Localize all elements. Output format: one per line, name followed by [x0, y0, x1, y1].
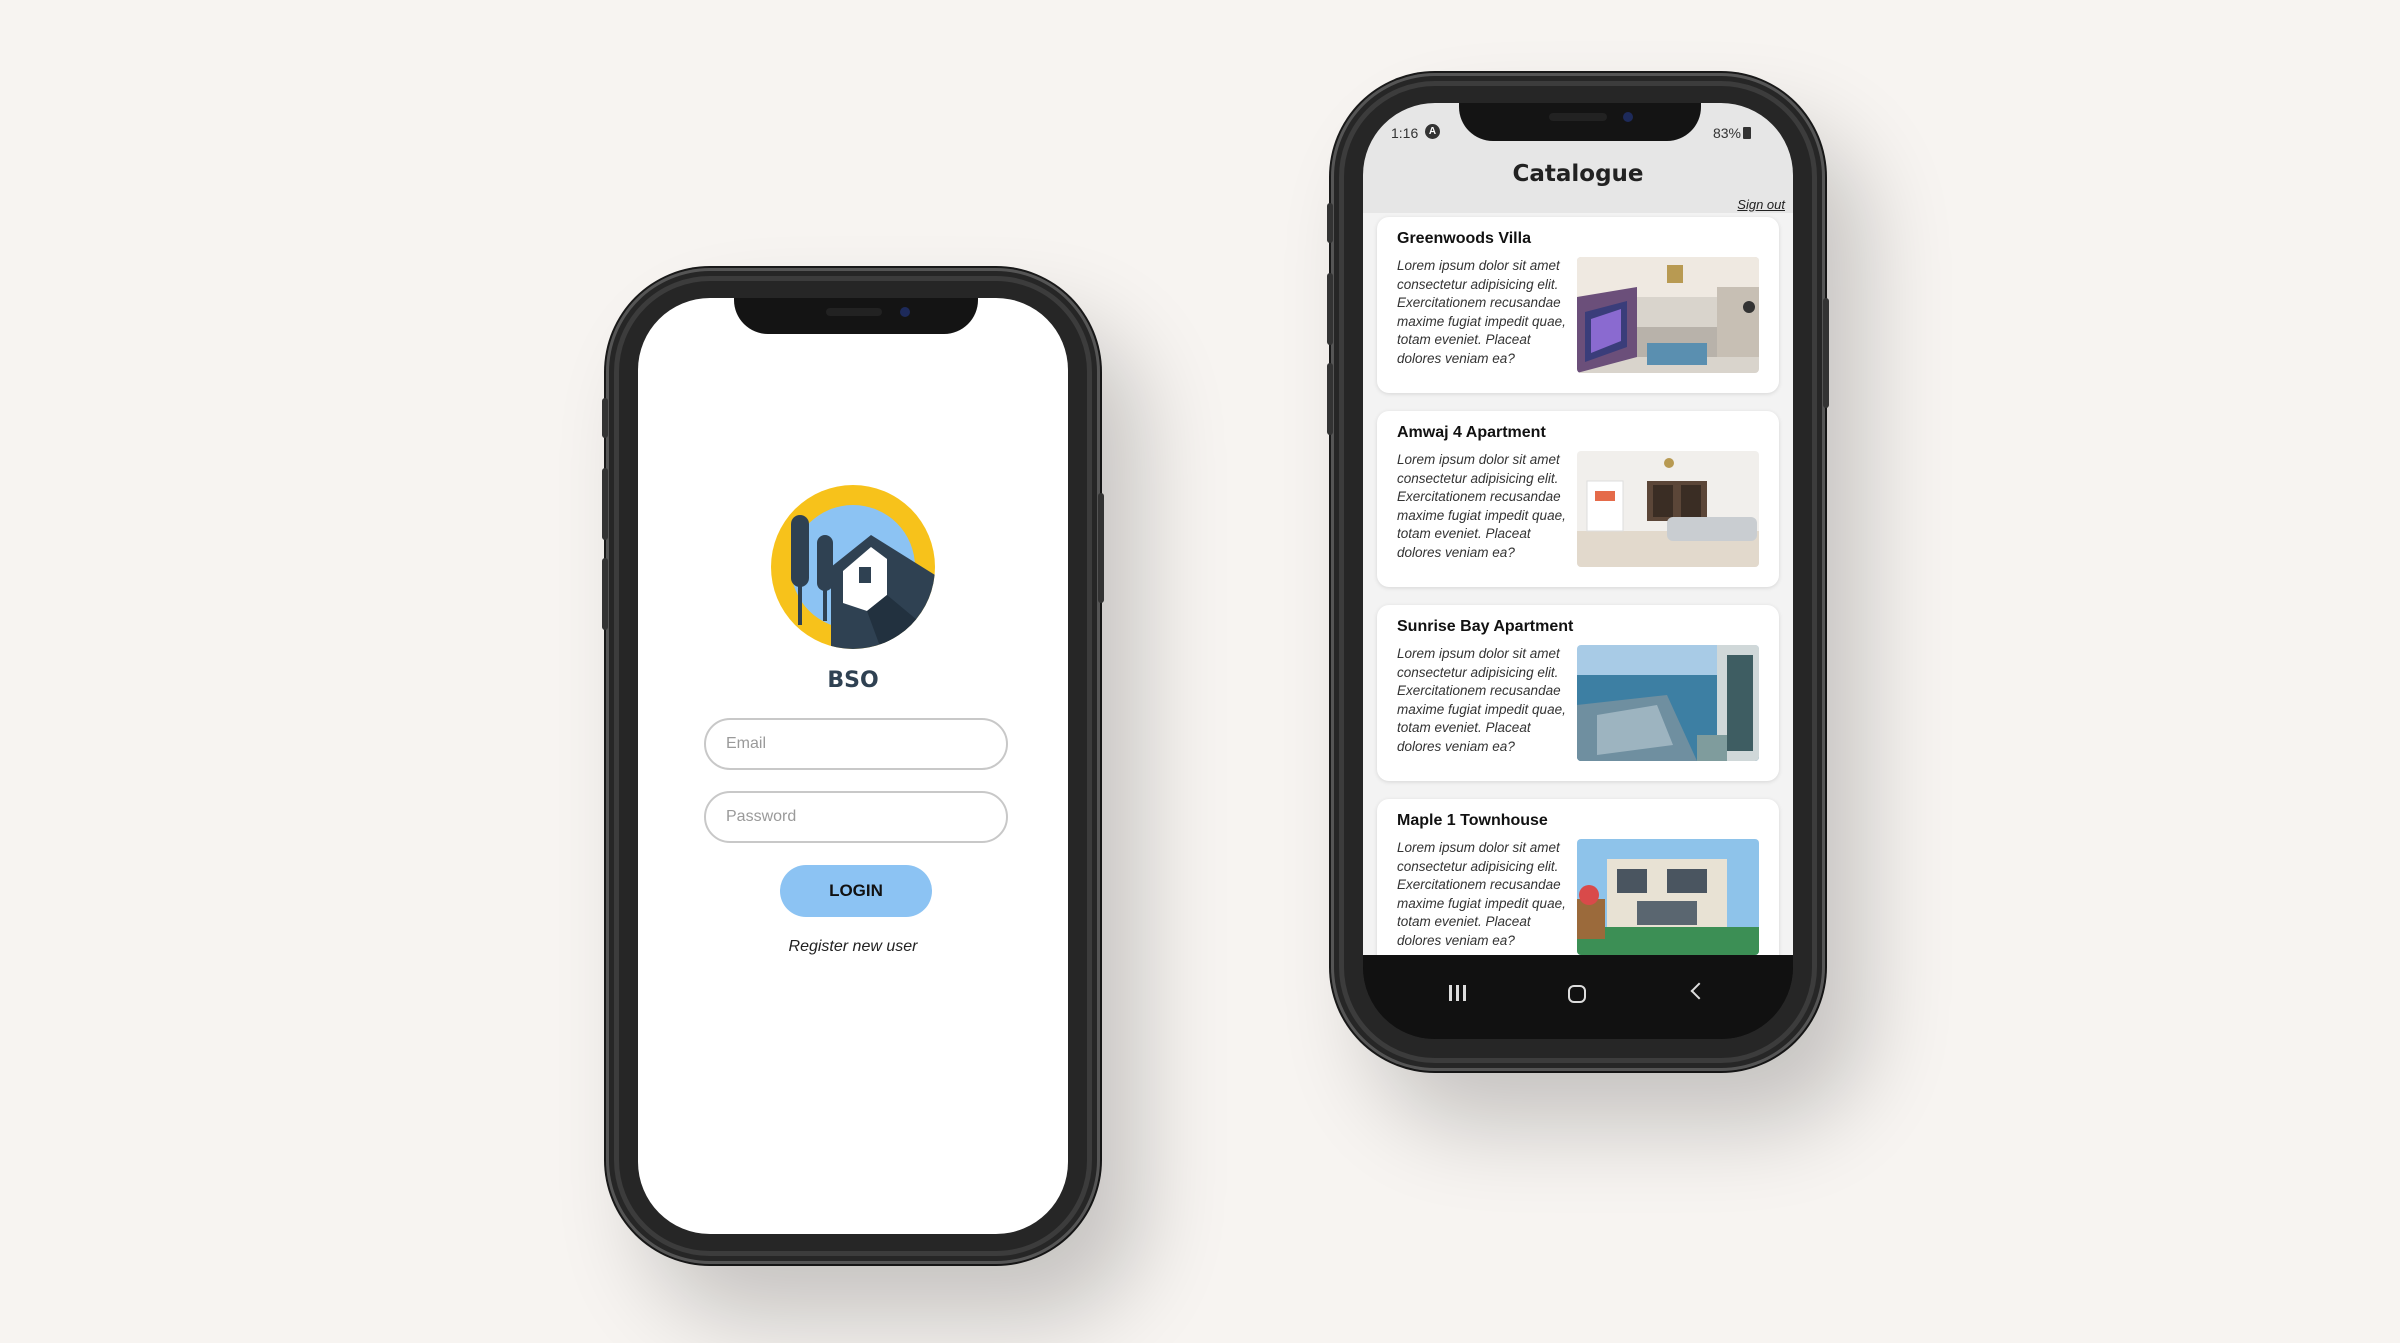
login-button[interactable]: LOGIN: [780, 865, 932, 917]
listing-title: Greenwoods Villa: [1397, 230, 1531, 247]
mute-switch: [1327, 203, 1333, 243]
password-field[interactable]: Password: [704, 791, 1008, 843]
volume-down-button: [1327, 363, 1333, 435]
power-button: [1823, 298, 1829, 408]
home-icon[interactable]: [1568, 985, 1586, 1003]
speaker: [826, 308, 882, 316]
volume-up-button: [1327, 273, 1333, 345]
listing-title: Amwaj 4 Apartment: [1397, 424, 1546, 441]
mute-switch: [602, 398, 608, 438]
android-nav-bar: [1363, 955, 1793, 1039]
listing-description: Lorem ipsum dolor sit amet consectetur a…: [1397, 646, 1566, 754]
notch: [734, 298, 978, 334]
brand-name: BSO: [827, 668, 879, 693]
listing-card[interactable]: Greenwoods Villa Lorem ipsum dolor sit a…: [1377, 217, 1779, 393]
status-time: 1:16: [1391, 125, 1419, 141]
living-room-photo: [1577, 257, 1759, 373]
login-screen: BSO Email Password LOGIN Register new us…: [638, 298, 1068, 1234]
listing-description: Lorem ipsum dolor sit amet consectetur a…: [1397, 452, 1566, 560]
catalogue-screen: 1:16 A 83% Catalogue Sign out Greenwoods…: [1363, 103, 1793, 1039]
sign-out-link[interactable]: Sign out: [1737, 197, 1785, 212]
email-field[interactable]: Email: [704, 718, 1008, 770]
login-phone-mockup: BSO Email Password LOGIN Register new us…: [602, 268, 1104, 1264]
listing-card[interactable]: Amwaj 4 Apartment Lorem ipsum dolor sit …: [1377, 411, 1779, 587]
listing-card[interactable]: Maple 1 Townhouse Lorem ipsum dolor sit …: [1377, 799, 1779, 955]
password-placeholder: Password: [726, 808, 797, 825]
townhouse-exterior-photo: [1577, 839, 1759, 955]
recent-apps-icon[interactable]: [1449, 985, 1466, 1001]
battery-percent: 83%: [1712, 125, 1741, 141]
listing-description: Lorem ipsum dolor sit amet consectetur a…: [1397, 258, 1566, 366]
page-title: Catalogue: [1512, 161, 1644, 187]
volume-down-button: [602, 558, 608, 630]
battery-icon: [1743, 127, 1751, 139]
white-living-room-photo: [1577, 451, 1759, 567]
power-button: [1098, 493, 1104, 603]
listing-description: Lorem ipsum dolor sit amet consectetur a…: [1397, 840, 1566, 948]
email-placeholder: Email: [726, 735, 767, 752]
listing-title: Sunrise Bay Apartment: [1397, 618, 1574, 635]
front-camera: [900, 307, 910, 317]
catalogue-phone-mockup: 1:16 A 83% Catalogue Sign out Greenwoods…: [1327, 73, 1829, 1071]
back-icon[interactable]: [1690, 982, 1708, 1000]
listing-title: Maple 1 Townhouse: [1397, 812, 1548, 829]
register-link[interactable]: Register new user: [638, 938, 1068, 956]
notch: [1459, 103, 1701, 141]
speaker: [1549, 113, 1607, 121]
bso-logo-icon: [771, 485, 935, 649]
sea-view-balcony-photo: [1577, 645, 1759, 761]
front-camera: [1623, 112, 1633, 122]
notification-a-icon: A: [1425, 124, 1440, 139]
listing-card[interactable]: Sunrise Bay Apartment Lorem ipsum dolor …: [1377, 605, 1779, 781]
volume-up-button: [602, 468, 608, 540]
listing-list[interactable]: Greenwoods Villa Lorem ipsum dolor sit a…: [1363, 213, 1793, 955]
